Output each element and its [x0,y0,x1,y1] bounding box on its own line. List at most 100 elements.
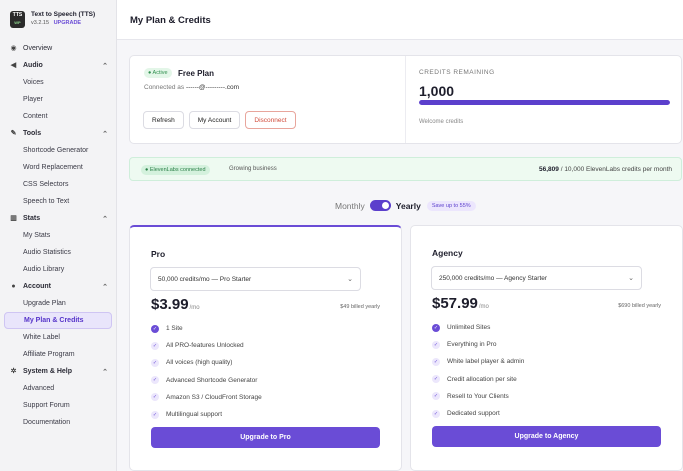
logo-text-top: TTS [12,11,23,18]
billing-period-toggle[interactable] [369,200,391,211]
upgrade-to-pro-button[interactable]: Upgrade to Pro [151,427,380,448]
feature-item: ✓ All voices (high quality) [151,354,262,371]
check-icon: ✓ [151,324,159,333]
current-plan-card: ● Active Free Plan Connected as ------@-… [129,55,682,144]
feature-item: ✓ White label player & admin [432,353,524,370]
sidebar-nav: ◉ Overview ◀ Audio ⌃ Voices Player Conten… [0,40,116,431]
elevenlabs-banner: ● ElevenLabs connected Growing business … [129,157,682,181]
pro-credits-select[interactable]: 50,000 credits/mo — Pro Starter ⌄ [150,267,361,291]
check-icon: ✓ [151,410,159,419]
sidebar: TTS WP Text to Speech (TTS) v3.2.15 UPGR… [0,0,117,471]
credits-progress-fill [419,100,670,105]
sidebar-item-shortcode-generator[interactable]: Shortcode Generator [4,142,112,159]
check-icon: ✓ [432,323,440,332]
check-icon: ✓ [432,340,440,349]
sidebar-item-my-plan-credits[interactable]: My Plan & Credits [4,312,112,329]
price-amount: $3.99 [151,296,189,313]
feature-list: ✓ Unlimited Sites ✓ Everything in Pro ✓ Whi… [432,319,524,422]
sidebar-item-support-forum[interactable]: Support Forum [4,397,112,414]
sidebar-section-label: Stats [23,215,41,222]
sidebar-item-player[interactable]: Player [4,91,112,108]
gear-icon: ✲ [10,368,17,375]
sidebar-section-label: Audio [23,62,43,69]
app-version: v3.2.15 [31,20,50,26]
feature-item: ✓ Resell to Your Clients [432,388,524,405]
sidebar-section-label: Account [23,283,51,290]
yearly-label[interactable]: Yearly [396,201,421,211]
sidebar-item-upgrade-plan[interactable]: Upgrade Plan [4,295,112,312]
wrench-icon: ✎ [10,130,17,137]
refresh-button[interactable]: Refresh [143,111,184,129]
sidebar-section-stats[interactable]: ▥ Stats ⌃ [4,210,112,227]
sidebar-item-speech-to-text[interactable]: Speech to Text [4,193,112,210]
check-icon: ✓ [432,409,440,418]
brand: TTS WP Text to Speech (TTS) v3.2.15 UPGR… [0,0,116,40]
upgrade-to-agency-button[interactable]: Upgrade to Agency [432,426,661,447]
app-version-line: v3.2.15 UPGRADE [31,19,95,27]
sidebar-section-system-help[interactable]: ✲ System & Help ⌃ [4,363,112,380]
check-icon: ✓ [151,341,159,350]
feature-label: Amazon S3 / CloudFront Storage [166,393,262,401]
tier-price: $3.99/mo [151,296,200,313]
sidebar-item-content[interactable]: Content [4,108,112,125]
disconnect-button[interactable]: Disconnect [245,111,296,129]
sidebar-item-label: Overview [23,45,53,52]
price-period: /mo [478,304,489,310]
check-icon: ✓ [432,357,440,366]
monthly-label[interactable]: Monthly [335,201,365,211]
logo-text-bottom: WP [14,19,21,25]
tier-price: $57.99/mo [432,295,489,312]
dashboard-icon: ◉ [10,45,17,52]
check-icon: ✓ [151,358,159,367]
select-value: 250,000 credits/mo — Agency Starter [439,274,548,282]
page-title: My Plan & Credits [130,15,211,26]
feature-label: All PRO-features Unlocked [166,342,244,350]
chevron-down-icon: ⌄ [347,276,353,283]
sidebar-item-overview[interactable]: ◉ Overview [4,40,112,57]
credits-note: Welcome credits [419,119,464,125]
plan-actions: Refresh My Account Disconnect [143,111,296,129]
feature-item: ✓ Advanced Shortcode Generator [151,372,262,389]
feature-label: Resell to Your Clients [447,392,509,400]
select-value: 50,000 credits/mo — Pro Starter [158,275,252,283]
sidebar-item-advanced[interactable]: Advanced [4,380,112,397]
tier-name: Agency [432,248,463,258]
chevron-up-icon: ⌃ [102,130,108,138]
save-badge: Save up to 55% [426,200,476,211]
elevenlabs-credits-total: / 10,000 ElevenLabs credits per month [560,166,672,173]
credits-value: 1,000 [419,83,455,99]
billing-toggle-group: Monthly Yearly Save up to 55% [335,200,476,211]
my-account-button[interactable]: My Account [188,111,241,129]
feature-list: ✓ 1 Site ✓ All PRO-features Unlocked ✓ All … [151,320,262,423]
elevenlabs-credits: 56,809 / 10,000 ElevenLabs credits per m… [539,166,672,173]
sidebar-section-tools[interactable]: ✎ Tools ⌃ [4,125,112,142]
check-icon: ✓ [151,376,159,385]
sidebar-item-voices[interactable]: Voices [4,74,112,91]
chevron-up-icon: ⌃ [102,215,108,223]
sidebar-item-word-replacement[interactable]: Word Replacement [4,159,112,176]
upgrade-link[interactable]: UPGRADE [54,20,82,26]
sidebar-section-account[interactable]: ● Account ⌃ [4,278,112,295]
feature-label: Dedicated support [447,410,500,418]
agency-credits-select[interactable]: 250,000 credits/mo — Agency Starter ⌄ [431,266,642,290]
status-badge-label: Active [152,70,168,76]
chevron-up-icon: ⌃ [102,62,108,70]
feature-item: ✓ All PRO-features Unlocked [151,337,262,354]
sidebar-item-white-label[interactable]: White Label [4,329,112,346]
sidebar-item-audio-statistics[interactable]: Audio Statistics [4,244,112,261]
feature-label: Multilingual support [166,411,223,419]
sidebar-item-documentation[interactable]: Documentation [4,414,112,431]
feature-item: ✓ 1 Site [151,320,262,337]
sidebar-item-css-selectors[interactable]: CSS Selectors [4,176,112,193]
toggle-knob [381,202,389,209]
sidebar-item-audio-library[interactable]: Audio Library [4,261,112,278]
price-amount: $57.99 [432,295,478,312]
sidebar-section-audio[interactable]: ◀ Audio ⌃ [4,57,112,74]
elevenlabs-tier: Growing business [229,166,277,172]
sidebar-item-affiliate-program[interactable]: Affiliate Program [4,346,112,363]
sidebar-item-my-stats[interactable]: My Stats [4,227,112,244]
feature-label: Unlimited Sites [447,324,491,332]
app-logo-icon: TTS WP [10,10,25,28]
feature-label: Credit allocation per site [447,375,517,383]
feature-label: White label player & admin [447,358,525,366]
